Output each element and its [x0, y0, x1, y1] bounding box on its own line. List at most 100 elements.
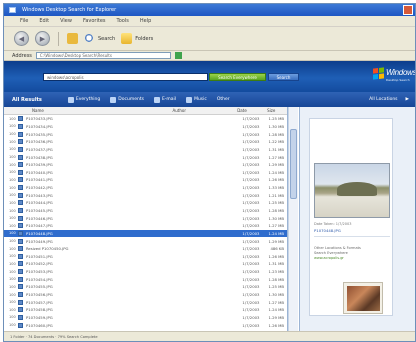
file-size: 1.22 MB [268, 139, 284, 145]
table-row[interactable]: 100 P1070443.JPG 1/7/2003 1.21 MB [4, 191, 287, 199]
table-row[interactable]: 100 P1070456.JPG 1/7/2003 1.30 MB [4, 291, 287, 299]
scrollbar-thumb[interactable] [290, 129, 297, 199]
image-file-icon [18, 162, 23, 168]
hit-count: 100 [9, 284, 16, 289]
table-row[interactable]: 100 P1070453.JPG 1/7/2003 1.23 MB [4, 268, 287, 276]
title-bar[interactable]: Windows Desktop Search for Explorer [4, 4, 415, 16]
file-size: 1.24 MB [268, 169, 284, 175]
file-date: 1/7/2003 [242, 284, 260, 290]
toolbar: ◀ ▶ Search Folders [4, 27, 415, 51]
table-row[interactable]: 100 P1070440.JPG 1/7/2003 1.24 MB [4, 168, 287, 176]
table-row[interactable]: 100 P1070457.JPG 1/7/2003 1.27 MB [4, 298, 287, 306]
filter-documents[interactable]: Documents [110, 96, 144, 103]
menu-tools[interactable]: Tools [117, 18, 129, 24]
file-name: P1070435.JPG [25, 131, 53, 137]
table-row[interactable]: 100 P1070441.JPG 1/7/2003 1.26 MB [4, 176, 287, 184]
photo-hill [337, 182, 377, 196]
file-name: P1070451.JPG [25, 253, 53, 259]
table-row[interactable]: 100 P1070447.JPG 1/7/2003 1.27 MB [4, 222, 287, 230]
vertical-scrollbar[interactable] [288, 107, 298, 331]
results-scope-title[interactable]: All Results [12, 97, 42, 103]
image-file-icon [18, 292, 23, 298]
table-row[interactable]: 100 P1070444.JPG 1/7/2003 1.25 MB [4, 199, 287, 207]
image-file-icon [18, 307, 23, 313]
table-row[interactable]: 100 P1070437.JPG 1/7/2003 1.31 MB [4, 146, 287, 154]
file-name: P1070457.JPG [25, 299, 53, 305]
menu-view[interactable]: View [60, 18, 72, 24]
file-name: P1070456.JPG [25, 292, 53, 298]
image-file-icon [18, 123, 23, 129]
image-file-icon [18, 131, 23, 137]
go-button[interactable] [174, 52, 182, 59]
search-button[interactable]: Search [268, 73, 299, 81]
hit-count: 100 [9, 254, 16, 259]
forward-button[interactable]: ▶ [35, 31, 50, 46]
table-row[interactable]: 100 P1070459.JPG 1/7/2003 1.29 MB [4, 314, 287, 322]
table-row[interactable]: 100 P1070442.JPG 1/7/2003 1.33 MB [4, 184, 287, 192]
search-toolbar-label: Search [98, 35, 116, 42]
photo-caption: Date Taken: 1/7/2003 [314, 222, 352, 226]
table-row[interactable]: 100 P1070433.JPG 1/7/2003 1.25 MB [4, 115, 287, 123]
filter-email[interactable]: E-mail [153, 96, 176, 103]
menu-file[interactable]: File [20, 18, 28, 24]
folders-toolbar-button[interactable]: Folders [121, 33, 153, 44]
table-row[interactable]: 100 P1070446.JPG 1/7/2003 1.30 MB [4, 214, 287, 222]
file-size: 1.24 MB [268, 307, 284, 313]
table-row[interactable]: 100 P1070439.JPG 1/7/2003 1.29 MB [4, 161, 287, 169]
table-row[interactable]: 100 P1070451.JPG 1/7/2003 1.26 MB [4, 253, 287, 261]
back-button[interactable]: ◀ [14, 31, 29, 46]
hit-count: 100 [9, 132, 16, 137]
hit-count: 100 [9, 269, 16, 274]
hit-count: 100 [9, 292, 16, 297]
column-author[interactable]: Author [139, 107, 234, 114]
hit-count: 100 [9, 124, 16, 129]
table-row[interactable]: 100 P1070454.JPG 1/7/2003 1.28 MB [4, 275, 287, 283]
search-everywhere-button[interactable]: Search Everywhere [209, 73, 266, 81]
table-row[interactable]: 100 P1070438.JPG 1/7/2003 1.27 MB [4, 153, 287, 161]
filter-music[interactable]: Music [186, 96, 207, 103]
windows-flag-icon [373, 67, 384, 80]
close-button[interactable] [403, 5, 413, 15]
menu-help[interactable]: Help [140, 18, 151, 24]
search-input[interactable]: windows\acropolis [43, 73, 208, 81]
table-row[interactable]: 100 P1070452.JPG 1/7/2003 1.31 MB [4, 260, 287, 268]
table-row[interactable]: 100 P1070435.JPG 1/7/2003 1.28 MB [4, 130, 287, 138]
next-arrow-icon[interactable]: ▶ [406, 97, 409, 102]
table-row[interactable]: 100 P1070449.JPG 1/7/2003 1.29 MB [4, 237, 287, 245]
column-date[interactable]: Date [233, 107, 263, 114]
file-date: 1/7/2003 [242, 223, 260, 229]
up-folder-icon[interactable] [67, 33, 78, 44]
menu-favorites[interactable]: Favorites [83, 18, 106, 24]
hit-count: 100 [9, 155, 16, 160]
hit-count: 100 [9, 307, 16, 312]
photo-link[interactable]: P1070448.JPG [314, 228, 341, 233]
hit-count: 100 [9, 139, 16, 144]
photo-preview[interactable] [314, 163, 390, 218]
image-file-icon [18, 208, 23, 213]
table-row[interactable]: 100 P1070460.JPG 1/7/2003 1.26 MB [4, 321, 287, 329]
table-row[interactable]: 100 P1070436.JPG 1/7/2003 1.22 MB [4, 138, 287, 146]
address-field[interactable]: C:\Windows\Desktop Search\Results [35, 52, 171, 59]
windows-logo-text: Windows [386, 68, 416, 77]
table-row[interactable]: 100 Resized P1070450.JPG 1/7/2003 486 KB [4, 245, 287, 253]
thumbnail-image[interactable] [343, 282, 383, 314]
image-file-icon [18, 238, 23, 244]
explorer-window: Windows Desktop Search for Explorer File… [3, 3, 416, 342]
column-size[interactable]: Size [263, 107, 287, 114]
preview-section-link[interactable]: www.acropolis.gr [314, 256, 388, 261]
table-row[interactable]: 100 P1070434.JPG 1/7/2003 1.30 MB [4, 123, 287, 131]
table-row[interactable]: 100 P1070458.JPG 1/7/2003 1.24 MB [4, 306, 287, 314]
app-icon [9, 7, 16, 13]
filter-other[interactable]: Other [217, 97, 230, 102]
column-name[interactable]: Name [4, 107, 139, 114]
table-row[interactable]: 100 P1070445.JPG 1/7/2003 1.28 MB [4, 207, 287, 215]
table-row[interactable]: 100 P1070448.JPG 1/7/2003 1.24 MB [4, 229, 287, 238]
search-toolbar-button[interactable]: Search [84, 33, 115, 44]
all-locations-button[interactable]: All Locations [369, 97, 397, 102]
filter-everything[interactable]: Everything [67, 96, 100, 103]
menu-edit[interactable]: Edit [39, 18, 49, 24]
file-name: P1070455.JPG [25, 284, 53, 290]
file-name: P1070440.JPG [25, 169, 53, 175]
table-row[interactable]: 100 P1070455.JPG 1/7/2003 1.25 MB [4, 283, 287, 291]
window-title: Windows Desktop Search for Explorer [22, 7, 117, 13]
